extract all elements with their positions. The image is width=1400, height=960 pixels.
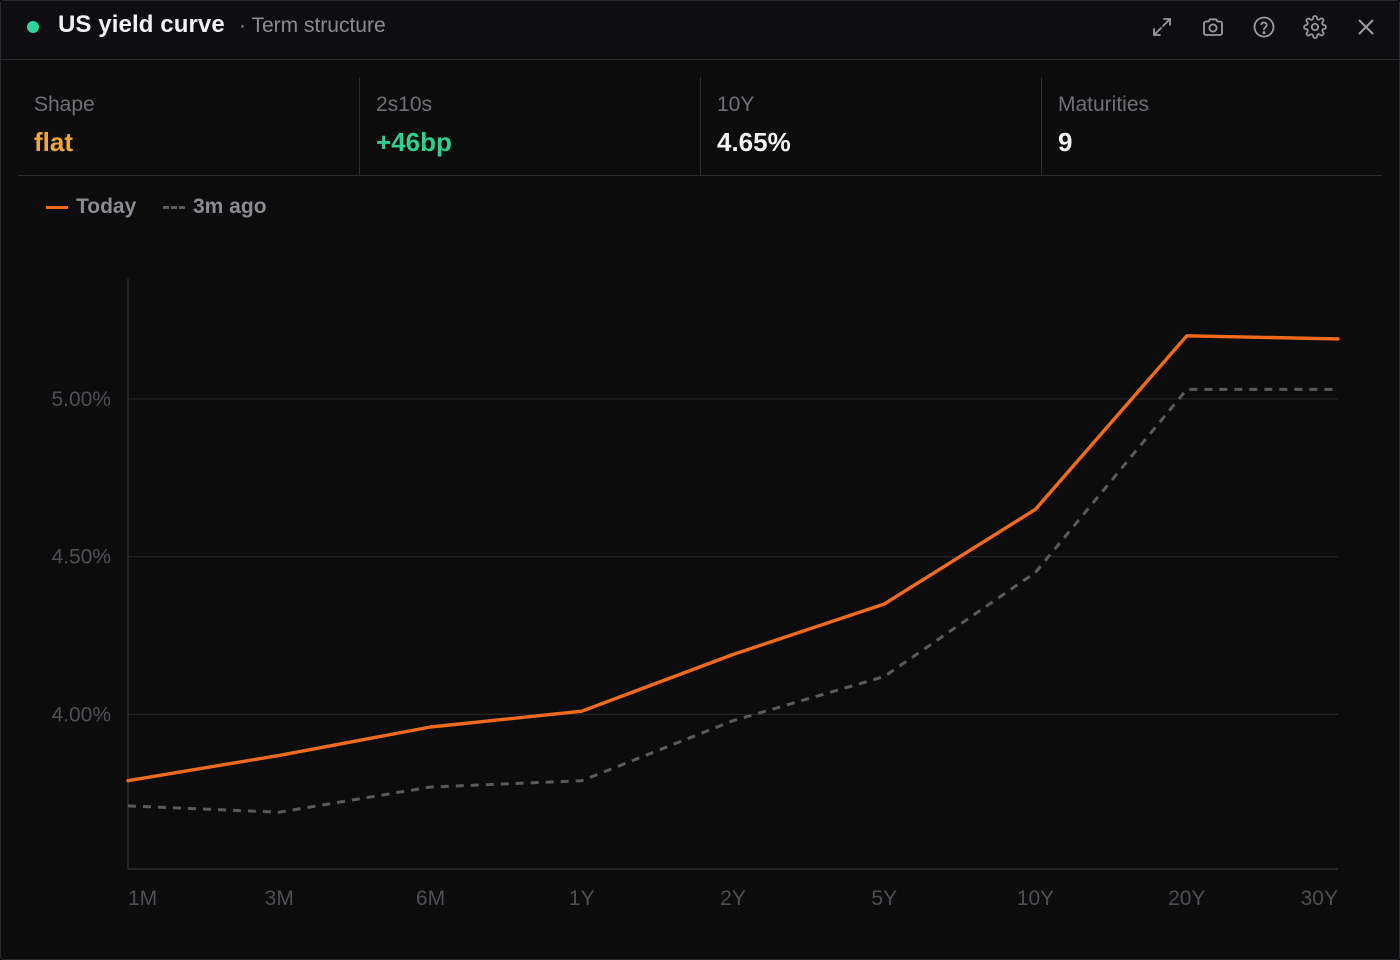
data-point-today [1185, 334, 1189, 338]
x-tick-label: 6M [416, 887, 445, 910]
x-tick-label: 3M [265, 887, 294, 910]
data-point-today [731, 652, 735, 656]
x-tick-label: 1M [128, 887, 157, 910]
x-tick-label: 10Y [1017, 887, 1054, 910]
y-tick-label: 4.00% [51, 703, 111, 726]
data-point-3m-ago [882, 675, 886, 679]
data-point-3m-ago [277, 810, 281, 814]
data-point-today [277, 753, 281, 757]
data-point-3m-ago [429, 785, 433, 789]
y-tick-label: 5.00% [51, 388, 111, 411]
data-point-today [1336, 337, 1340, 341]
x-tick-label: 20Y [1168, 887, 1205, 910]
data-point-3m-ago [1034, 570, 1038, 574]
data-point-today [429, 725, 433, 729]
x-tick-label: 1Y [569, 887, 595, 910]
data-point-today [580, 709, 584, 713]
data-point-3m-ago [126, 804, 130, 808]
data-point-3m-ago [731, 719, 735, 723]
data-point-3m-ago [1336, 387, 1340, 391]
data-point-3m-ago [1185, 387, 1189, 391]
data-point-3m-ago [580, 779, 584, 783]
yield-curve-chart: 4.00% 4.50% 5.00% 1M 3M 6M 1Y 2Y 5Y 10Y 20Y 30Y [51, 279, 1340, 910]
data-point-today [1034, 507, 1038, 511]
yield-curve-panel: US yield curve · Term structure Shape fl… [0, 0, 1400, 960]
x-tick-label: 2Y [720, 887, 746, 910]
data-point-today [126, 779, 130, 783]
x-tick-label: 30Y [1301, 887, 1338, 910]
data-point-today [882, 602, 886, 606]
y-tick-label: 4.50% [51, 546, 111, 569]
x-tick-label: 5Y [871, 887, 897, 910]
